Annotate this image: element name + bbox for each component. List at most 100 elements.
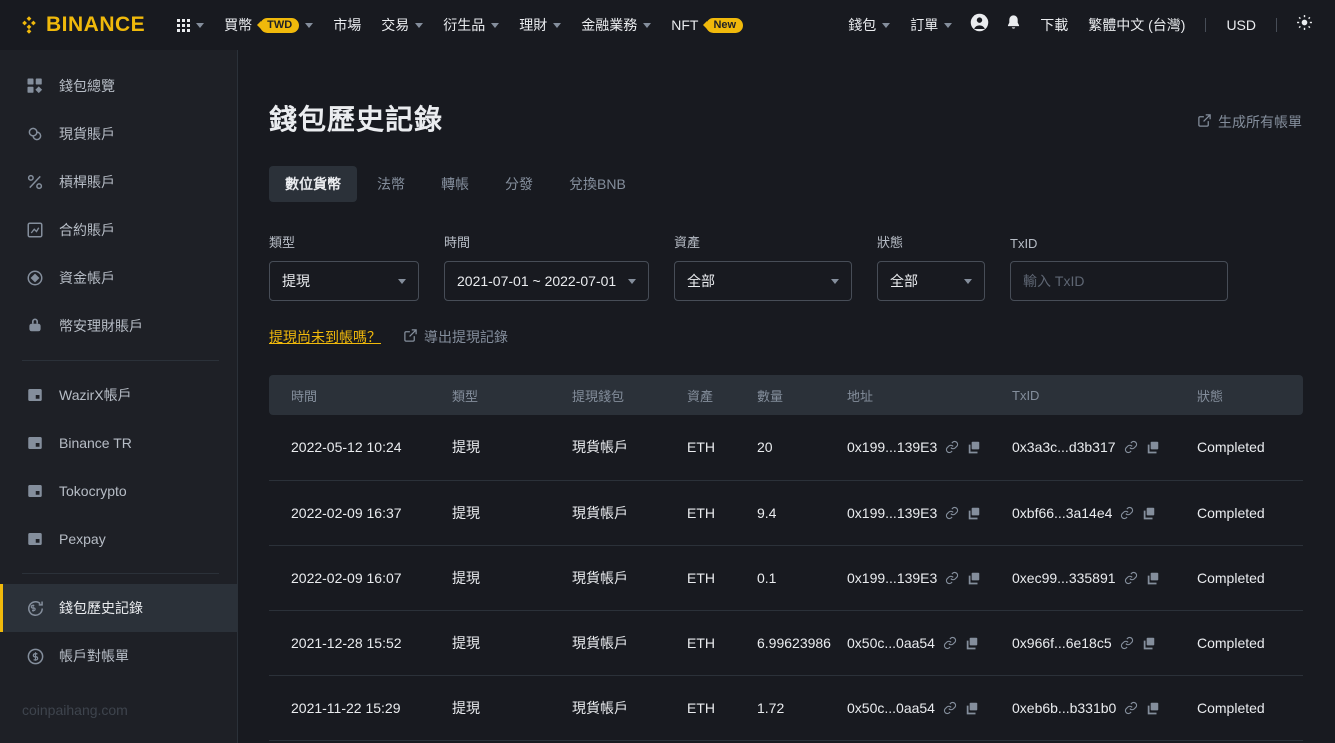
nav-buy-crypto[interactable]: 買幣 TWD — [214, 0, 323, 50]
external-link-icon — [403, 328, 418, 346]
link-icon[interactable] — [945, 506, 959, 520]
binance-logo[interactable]: BINANCE — [18, 13, 145, 37]
cell-txid: 0x3a3c...d3b317 — [1004, 415, 1189, 480]
copy-icon[interactable] — [967, 571, 981, 585]
sidebar-item-wallet-overview[interactable]: 錢包總覽 — [0, 62, 237, 110]
sidebar-item-futures-account[interactable]: 合約賬戶 — [0, 206, 237, 254]
cell-type: 提現 — [444, 415, 564, 480]
nav-finance[interactable]: 理財 — [509, 0, 571, 50]
copy-icon[interactable] — [967, 440, 981, 454]
copy-icon[interactable] — [1146, 701, 1160, 715]
margin-percent-icon — [25, 172, 45, 192]
tab-crypto[interactable]: 數位貨幣 — [269, 166, 357, 202]
link-icon[interactable] — [945, 571, 959, 585]
tab-distribution[interactable]: 分發 — [489, 166, 549, 202]
cell-time: 2022-02-09 16:07 — [269, 545, 444, 610]
copy-icon[interactable] — [967, 506, 981, 520]
cell-asset: ETH — [679, 675, 749, 740]
theme-toggle-button[interactable] — [1287, 0, 1321, 50]
link-icon[interactable] — [1120, 506, 1134, 520]
txid-value: 0xec99...335891 — [1012, 570, 1116, 586]
withdrawal-not-arrived-link[interactable]: 提現尚未到帳嗎？ — [269, 327, 381, 347]
tab-transfer[interactable]: 轉帳 — [425, 166, 485, 202]
nav-label: 市場 — [333, 15, 361, 35]
link-icon[interactable] — [945, 440, 959, 454]
type-select-value: 提現 — [282, 271, 310, 291]
table-body: 2022-05-12 10:24 提現 現貨帳戶 ETH 20 0x199...… — [269, 415, 1303, 740]
link-icon[interactable] — [1124, 701, 1138, 715]
sidebar-item-wallet-history[interactable]: 錢包歷史記錄 — [0, 584, 237, 632]
profile-button[interactable] — [962, 0, 996, 50]
history-clock-icon — [25, 598, 45, 618]
nav-trade[interactable]: 交易 — [371, 0, 433, 50]
sidebar-item-margin-account[interactable]: 槓桿賬戶 — [0, 158, 237, 206]
cell-status: Completed — [1189, 415, 1303, 480]
cell-status: Completed — [1189, 480, 1303, 545]
nav-derivatives[interactable]: 衍生品 — [433, 0, 509, 50]
filter-time-label: 時間 — [444, 232, 649, 251]
sidebar-item-pexpay[interactable]: Pexpay — [0, 515, 237, 563]
link-icon[interactable] — [943, 636, 957, 650]
sidebar-item-wazirx[interactable]: WazirX帳戶 — [0, 371, 237, 419]
nav-language[interactable]: 繁體中文 (台灣) — [1078, 0, 1195, 50]
copy-icon[interactable] — [1146, 571, 1160, 585]
sidebar-item-account-statement[interactable]: 帳戶對帳單 — [0, 632, 237, 680]
link-icon[interactable] — [1120, 636, 1134, 650]
sidebar-item-label: 錢包歷史記錄 — [59, 598, 143, 618]
txid-value: 0xeb6b...b331b0 — [1012, 700, 1116, 716]
nav-currency[interactable]: USD — [1216, 0, 1266, 50]
export-withdrawal-records-button[interactable]: 導出提現記錄 — [403, 327, 508, 347]
notifications-button[interactable] — [996, 0, 1030, 50]
nav-nft[interactable]: NFT New — [661, 0, 753, 50]
copy-icon[interactable] — [965, 701, 979, 715]
futures-chart-icon — [25, 220, 45, 240]
table-row: 2021-12-28 15:52 提現 現貨帳戶 ETH 6.99623986 … — [269, 610, 1303, 675]
nav-label: 買幣 — [224, 15, 252, 35]
copy-icon[interactable] — [1142, 636, 1156, 650]
txid-input[interactable]: 輸入 TxID — [1023, 271, 1084, 291]
copy-icon[interactable] — [965, 636, 979, 650]
nav-markets[interactable]: 市場 — [323, 0, 371, 50]
nav-wallet[interactable]: 錢包 — [838, 0, 900, 50]
generate-all-bills-label: 生成所有帳單 — [1218, 112, 1302, 132]
status-select[interactable]: 全部 — [877, 261, 985, 301]
wallet-card-icon — [25, 385, 45, 405]
wallet-card-icon — [25, 433, 45, 453]
column-header-type: 類型 — [444, 375, 564, 415]
filter-asset: 資產 全部 — [674, 232, 852, 301]
sidebar-item-label: Tokocrypto — [59, 483, 127, 499]
cell-time: 2021-12-28 15:52 — [269, 610, 444, 675]
sidebar-item-funding-account[interactable]: 資金帳戶 — [0, 254, 237, 302]
sidebar-item-spot-account[interactable]: 現貨賬戶 — [0, 110, 237, 158]
cell-address: 0x199...139E3 — [839, 545, 1004, 610]
filter-type: 類型 提現 — [269, 232, 419, 301]
type-select[interactable]: 提現 — [269, 261, 419, 301]
generate-all-bills-button[interactable]: 生成所有帳單 — [1197, 112, 1302, 132]
sidebar-divider — [22, 360, 219, 361]
copy-icon[interactable] — [1142, 506, 1156, 520]
nav-orders[interactable]: 訂單 — [900, 0, 962, 50]
tab-convert-bnb[interactable]: 兌換BNB — [553, 166, 642, 202]
tab-fiat[interactable]: 法幣 — [361, 166, 421, 202]
sidebar-item-label: 現貨賬戶 — [59, 124, 115, 144]
link-icon[interactable] — [1124, 440, 1138, 454]
nav-financial-services[interactable]: 金融業務 — [571, 0, 661, 50]
copy-icon[interactable] — [1146, 440, 1160, 454]
currency-badge: TWD — [260, 18, 299, 33]
link-icon[interactable] — [1124, 571, 1138, 585]
nav-download[interactable]: 下載 — [1030, 0, 1078, 50]
sidebar-item-binance-tr[interactable]: Binance TR — [0, 419, 237, 467]
filter-asset-label: 資產 — [674, 232, 852, 251]
chevron-down-icon — [491, 23, 499, 28]
date-range-select[interactable]: 2021-07-01 ~ 2022-07-01 — [444, 261, 649, 301]
sidebar-item-tokocrypto[interactable]: Tokocrypto — [0, 467, 237, 515]
asset-select[interactable]: 全部 — [674, 261, 852, 301]
column-header-time: 時間 — [269, 375, 444, 415]
chevron-down-icon — [643, 23, 651, 28]
address-value: 0x199...139E3 — [847, 439, 937, 455]
sidebar-item-earn-account[interactable]: 幣安理財賬戶 — [0, 302, 237, 350]
link-icon[interactable] — [943, 701, 957, 715]
txid-input-wrapper[interactable]: 輸入 TxID — [1010, 261, 1228, 301]
column-header-asset: 資產 — [679, 375, 749, 415]
apps-grid-menu[interactable] — [167, 0, 214, 50]
